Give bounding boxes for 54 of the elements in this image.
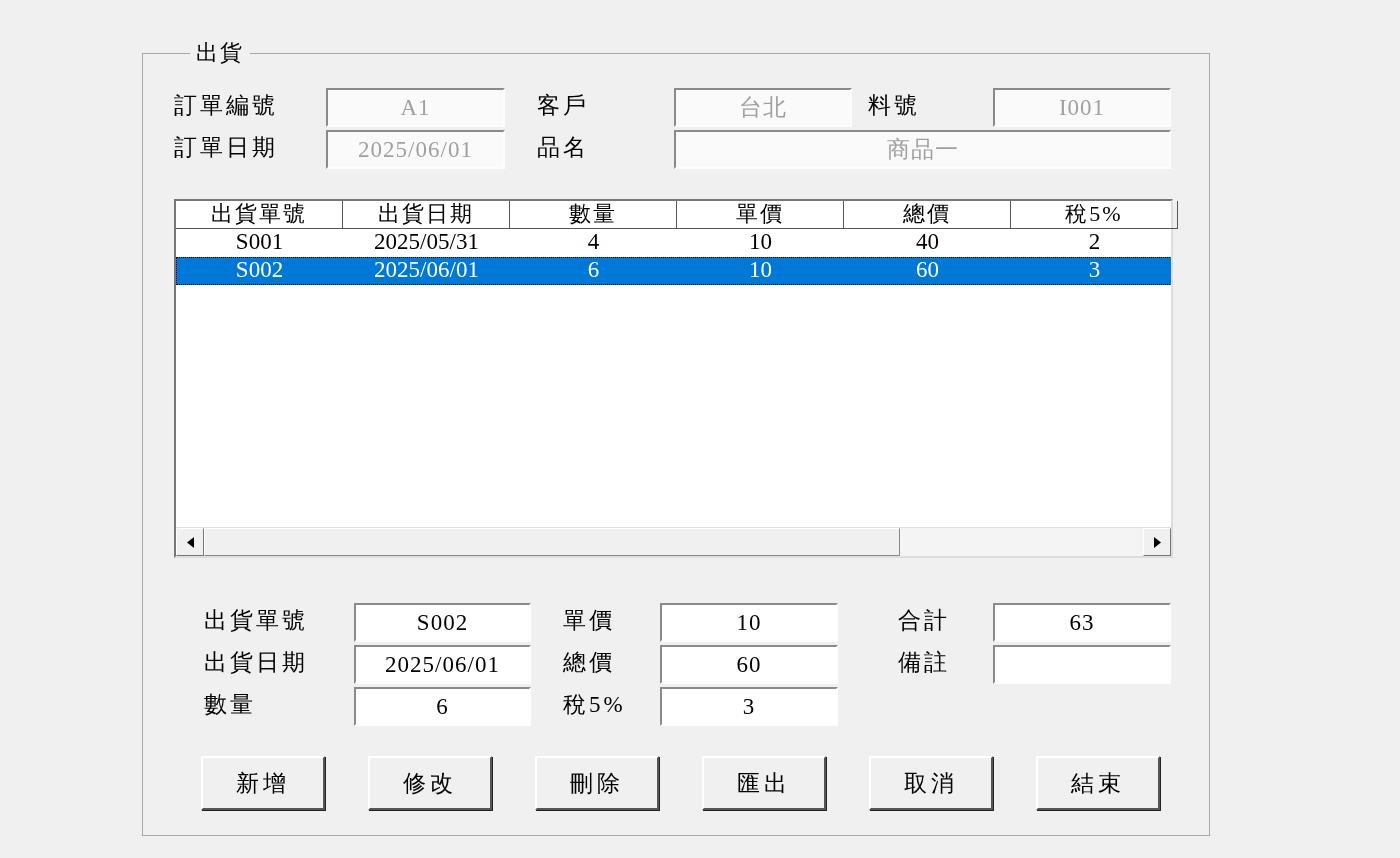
action-button[interactable]: 新增	[201, 756, 325, 810]
table-cell-text: S001	[234, 229, 285, 256]
table-cell-text: 60	[915, 257, 940, 284]
field-label: 單價	[562, 607, 616, 635]
scroll-button[interactable]	[1143, 528, 1171, 556]
table-row[interactable]: S001 2025/05/31 4 10 40 2	[176, 229, 1171, 257]
field-label: 出貨日期	[204, 649, 309, 677]
field-label: 品名	[536, 134, 590, 162]
text-field[interactable]: 3	[660, 687, 838, 726]
column-header[interactable]: 稅5%	[1011, 201, 1178, 229]
text-field[interactable]: S002	[354, 603, 531, 642]
column-header[interactable]: 數量	[510, 201, 677, 229]
action-button[interactable]: 修改	[368, 756, 492, 810]
left-arrow-icon	[186, 536, 194, 548]
action-button[interactable]: 刪除	[535, 756, 659, 810]
action-button[interactable]: 結束	[1036, 756, 1160, 810]
text-field[interactable]: 6	[354, 687, 531, 726]
field-label: 合計	[897, 607, 951, 635]
field-label: 數量	[204, 691, 257, 719]
column-header[interactable]: 單價	[677, 201, 844, 229]
column-header[interactable]: 出貨單號	[176, 201, 343, 229]
scrollbar-thumb[interactable]	[204, 528, 900, 556]
field-label: 訂單日期	[174, 134, 279, 162]
text-field[interactable]: 2025/06/01	[354, 645, 531, 684]
table-cell-text: 10	[748, 257, 773, 284]
field-label: 備註	[897, 649, 951, 677]
field-label: 客戶	[536, 92, 590, 120]
scroll-button[interactable]	[176, 528, 204, 556]
table-cell-text: 2025/05/31	[373, 229, 480, 256]
field-label: 料號	[867, 92, 921, 120]
field-label: 稅5%	[562, 691, 627, 719]
action-button[interactable]: 取消	[869, 756, 993, 810]
right-arrow-icon	[1153, 536, 1161, 548]
table-row[interactable]: S002 2025/06/01 6 10 60 3	[176, 257, 1171, 285]
table-cell-text: 4	[586, 229, 601, 256]
table-cell-text: 40	[915, 229, 940, 256]
table-cell-text: S002	[234, 257, 285, 284]
horizontal-scrollbar[interactable]	[176, 527, 1171, 556]
table-cell-text: 10	[748, 229, 773, 256]
text-field[interactable]	[993, 645, 1171, 684]
group-title: 出貨	[195, 39, 245, 67]
table-cell-text: 3	[1087, 257, 1102, 284]
field-label: 出貨單號	[204, 607, 309, 635]
field-label: 總價	[562, 649, 616, 677]
text-field[interactable]: 60	[660, 645, 838, 684]
text-field[interactable]: 10	[660, 603, 838, 642]
column-header[interactable]: 總價	[844, 201, 1011, 229]
field-label: 訂單編號	[174, 92, 279, 120]
column-header[interactable]: 出貨日期	[343, 201, 510, 229]
table-cell-text: 2025/06/01	[373, 257, 480, 284]
action-button[interactable]: 匯出	[702, 756, 826, 810]
table-cell-text: 2	[1087, 229, 1102, 256]
table-cell-text: 6	[586, 257, 601, 284]
text-field[interactable]: 63	[993, 603, 1171, 642]
